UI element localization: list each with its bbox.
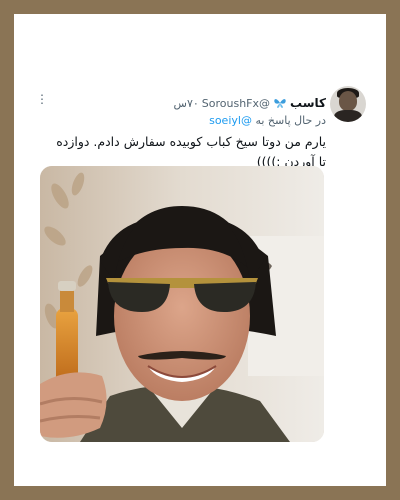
avatar-face — [339, 91, 357, 111]
replying-prefix: در حال پاسخ به — [255, 114, 326, 127]
photo-illustration — [40, 166, 324, 442]
reply-mention-link[interactable]: @soeiyl — [209, 114, 252, 127]
display-name[interactable]: کاسب — [290, 96, 326, 110]
butterfly-icon — [274, 99, 286, 108]
tweet-photo[interactable] — [40, 166, 324, 442]
user-handle[interactable]: @SoroushFx — [202, 97, 270, 110]
tweet-card[interactable]: کاسب @SoroushFx ۷۰س ⋮ در حال پاسخ به @so… — [14, 14, 386, 486]
tweet-header: کاسب @SoroushFx ۷۰س — [174, 96, 327, 110]
screenshot-frame: کاسب @SoroushFx ۷۰س ⋮ در حال پاسخ به @so… — [14, 14, 386, 486]
more-options-icon[interactable]: ⋮ — [36, 92, 48, 106]
replying-to-line: در حال پاسخ به @soeiyl — [209, 114, 326, 127]
avatar[interactable] — [330, 86, 366, 122]
avatar-body — [334, 110, 362, 122]
tweet-time[interactable]: ۷۰س — [174, 97, 199, 110]
